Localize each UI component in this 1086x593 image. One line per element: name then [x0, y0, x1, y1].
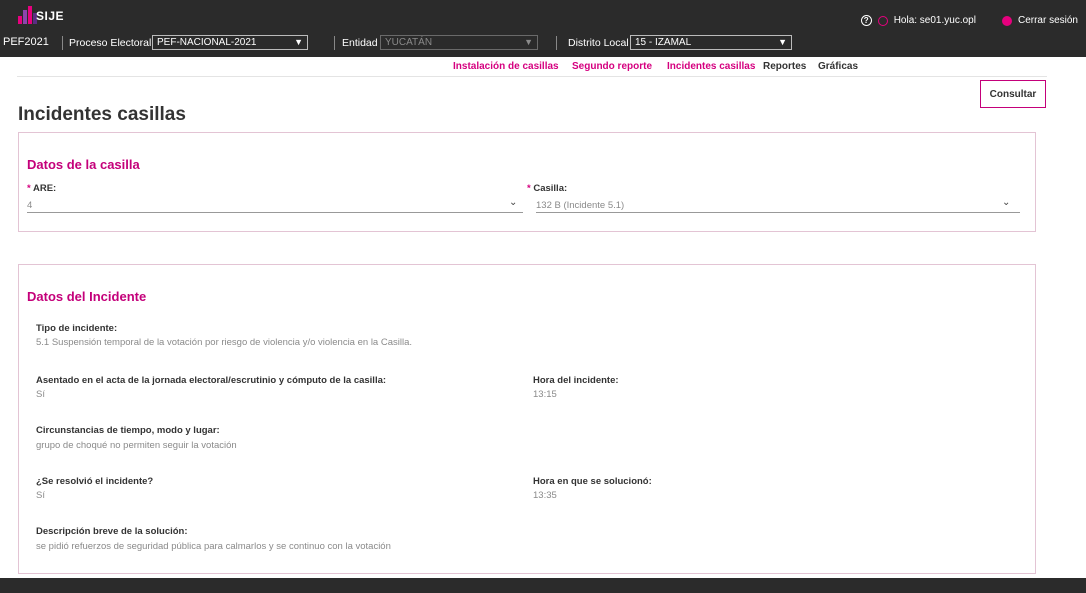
chevron-down-icon[interactable]: ⌄ [509, 197, 517, 208]
casilla-select-value[interactable]: 132 B (Incidente 5.1) [536, 200, 624, 211]
proceso-value: PEF-NACIONAL-2021 [157, 37, 257, 48]
distrito-select[interactable]: 15 - IZAMAL ▼ [630, 35, 792, 50]
are-select-value[interactable]: 4 [27, 200, 32, 211]
resolvio-value: Sí [36, 490, 45, 501]
divider [556, 36, 557, 50]
chevron-down-icon: ▼ [294, 37, 303, 47]
page-title: Incidentes casillas [18, 104, 186, 125]
card-title: Datos de la casilla [27, 157, 140, 172]
app-name: SIJE [36, 9, 65, 23]
distrito-label: Distrito Local [568, 37, 629, 49]
are-label-text: ARE: [33, 183, 57, 194]
consultar-button[interactable]: Consultar [980, 80, 1046, 108]
datos-incidente-card: Datos del Incidente Tipo de incidente: 5… [18, 264, 1036, 574]
descripcion-label: Descripción breve de la solución: [36, 526, 188, 537]
entidad-select: YUCATÁN ▼ [380, 35, 538, 50]
entidad-value: YUCATÁN [385, 37, 433, 48]
chevron-down-icon: ▼ [524, 37, 533, 47]
divider [334, 36, 335, 50]
nav-instalacion-casillas[interactable]: Instalación de casillas [453, 61, 559, 72]
nav-divider [17, 76, 1047, 77]
hora-solucion-value: 13:35 [533, 490, 557, 501]
divider [62, 36, 63, 50]
distrito-value: 15 - IZAMAL [635, 37, 692, 48]
required-mark: * [27, 183, 31, 194]
nav-reportes[interactable]: Reportes [763, 61, 806, 72]
casilla-label: * Casilla: [527, 183, 567, 194]
logout-icon[interactable] [1001, 15, 1012, 26]
sije-logo-icon [18, 6, 38, 24]
tipo-value: 5.1 Suspensión temporal de la votación p… [36, 337, 412, 348]
are-underline [27, 212, 523, 213]
user-icon [877, 15, 888, 26]
required-mark: * [527, 183, 531, 194]
nav-segundo-reporte[interactable]: Segundo reporte [572, 61, 652, 72]
are-label: * ARE: [27, 183, 56, 194]
hora-label: Hora del incidente: [533, 375, 619, 386]
nav-graficas[interactable]: Gráficas [818, 61, 858, 72]
card-title: Datos del Incidente [27, 289, 147, 304]
proceso-select[interactable]: PEF-NACIONAL-2021 ▼ [152, 35, 308, 50]
casilla-label-text: Casilla: [533, 183, 568, 194]
tipo-label: Tipo de incidente: [36, 323, 118, 334]
asentado-label: Asentado en el acta de la jornada electo… [36, 375, 387, 386]
top-header: SIJE ? Hola: se01.yuc.opl Cerrar sesión … [0, 0, 1086, 57]
datos-casilla-card: Datos de la casilla * ARE: 4 ⌄ * Casilla… [18, 132, 1036, 232]
hora-value: 13:15 [533, 389, 557, 400]
main-nav: Instalación de casillas Segundo reporte … [0, 61, 1086, 75]
entidad-label: Entidad [342, 37, 378, 49]
process-code: PEF2021 [3, 36, 49, 48]
circunstancias-label: Circunstancias de tiempo, modo y lugar: [36, 425, 220, 436]
nav-incidentes-casillas[interactable]: Incidentes casillas [667, 61, 755, 72]
chevron-down-icon[interactable]: ⌄ [1002, 197, 1010, 208]
proceso-label: Proceso Electoral [69, 37, 152, 49]
asentado-value: Sí [36, 389, 45, 400]
logout-link[interactable]: Cerrar sesión [1018, 15, 1078, 26]
descripcion-value: se pidió refuerzos de seguridad pública … [36, 541, 391, 552]
footer-bar [0, 578, 1086, 593]
hora-solucion-label: Hora en que se solucionó: [533, 476, 652, 487]
chevron-down-icon: ▼ [778, 37, 787, 47]
casilla-underline [536, 212, 1020, 213]
resolvio-label: ¿Se resolvió el incidente? [36, 476, 154, 487]
help-icon[interactable]: ? [860, 15, 872, 26]
circunstancias-value: grupo de choqué no permiten seguir la vo… [36, 440, 237, 451]
user-greeting: Hola: se01.yuc.opl [893, 15, 976, 26]
